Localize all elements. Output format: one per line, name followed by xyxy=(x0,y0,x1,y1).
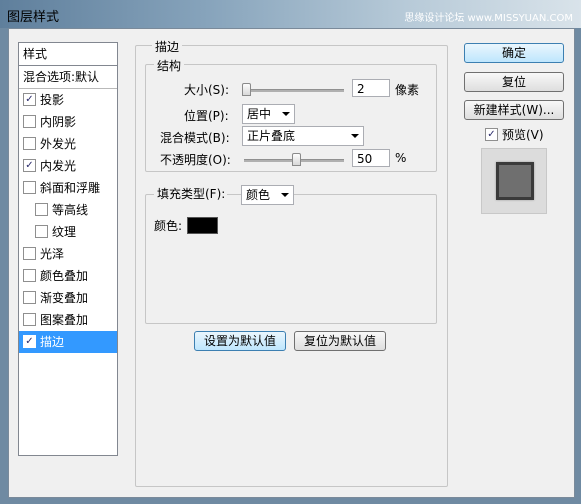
color-label: 颜色: xyxy=(154,219,183,233)
styles-header[interactable]: 样式 xyxy=(19,43,117,66)
structure-group-title: 结构 xyxy=(154,57,185,74)
style-item-label: 图案叠加 xyxy=(40,313,89,327)
style-item-satin[interactable]: 光泽 xyxy=(19,243,117,265)
style-item-label: 等高线 xyxy=(52,203,89,217)
color-swatch[interactable] xyxy=(187,217,218,234)
dialog-body: 样式 混合选项:默认 投影 内阴影 外发光 内发光 斜面和浮雕 等高线 纹理 光… xyxy=(8,28,575,498)
opacity-input[interactable]: 50 xyxy=(352,149,390,167)
new-style-button[interactable]: 新建样式(W)... xyxy=(464,100,564,120)
size-slider-track[interactable] xyxy=(244,89,344,92)
checkbox-satin[interactable] xyxy=(23,247,36,260)
style-item-texture[interactable]: 纹理 xyxy=(19,221,117,243)
blend-mode-label: 混合模式(B): xyxy=(160,131,230,145)
checkbox-inner-shadow[interactable] xyxy=(23,115,36,128)
style-item-label: 渐变叠加 xyxy=(40,291,89,305)
style-item-inner-glow[interactable]: 内发光 xyxy=(19,155,117,177)
styles-list: 样式 混合选项:默认 投影 内阴影 外发光 内发光 斜面和浮雕 等高线 纹理 光… xyxy=(18,42,118,456)
style-item-label: 纹理 xyxy=(52,225,77,239)
preview-swatch xyxy=(496,162,534,200)
reset-button[interactable]: 复位 xyxy=(464,72,564,92)
size-unit: 像素 xyxy=(395,83,420,97)
style-item-gradient-overlay[interactable]: 渐变叠加 xyxy=(19,287,117,309)
opacity-slider-thumb[interactable] xyxy=(292,153,301,166)
preview-label: 预览(V) xyxy=(502,128,544,142)
set-default-button[interactable]: 设置为默认值 xyxy=(194,331,286,351)
fill-type-legend: 填充类型(F): xyxy=(154,185,228,202)
style-item-label: 内发光 xyxy=(40,159,77,173)
position-dropdown[interactable]: 居中 xyxy=(242,104,295,124)
style-item-stroke[interactable]: 描边 xyxy=(19,331,117,353)
style-item-label: 光泽 xyxy=(40,247,65,261)
blend-mode-dropdown[interactable]: 正片叠底 xyxy=(242,126,364,146)
style-item-label: 斜面和浮雕 xyxy=(40,181,101,195)
ok-button[interactable]: 确定 xyxy=(464,43,564,63)
checkbox-inner-glow[interactable] xyxy=(23,159,36,172)
blend-mode-value: 正片叠底 xyxy=(247,129,296,143)
fill-type-group: 填充类型(F): 颜色 颜色: xyxy=(145,185,437,324)
stroke-group: 描边 结构 大小(S): 2 像素 位置(P): 居中 混合模式(B): 正片叠… xyxy=(135,38,448,487)
blend-options-item[interactable]: 混合选项:默认 xyxy=(19,66,117,89)
title-bar: 图层样式 思缘设计论坛 www.MISSYUAN.COM xyxy=(0,0,581,28)
chevron-down-icon xyxy=(351,134,359,138)
checkbox-contour[interactable] xyxy=(35,203,48,216)
position-label: 位置(P): xyxy=(184,109,229,123)
style-item-label: 颜色叠加 xyxy=(40,269,89,283)
checkbox-bevel-emboss[interactable] xyxy=(23,181,36,194)
checkbox-drop-shadow[interactable] xyxy=(23,93,36,106)
preview-toggle[interactable]: 预览(V) xyxy=(485,126,544,143)
checkbox-color-overlay[interactable] xyxy=(23,269,36,282)
checkbox-pattern-overlay[interactable] xyxy=(23,313,36,326)
style-item-drop-shadow[interactable]: 投影 xyxy=(19,89,117,111)
style-item-contour[interactable]: 等高线 xyxy=(19,199,117,221)
watermark: 思缘设计论坛 www.MISSYUAN.COM xyxy=(404,13,573,24)
style-item-pattern-overlay[interactable]: 图案叠加 xyxy=(19,309,117,331)
stroke-group-title: 描边 xyxy=(152,38,183,55)
fill-type-value: 颜色 xyxy=(246,188,271,202)
style-item-bevel-emboss[interactable]: 斜面和浮雕 xyxy=(19,177,117,199)
size-input[interactable]: 2 xyxy=(352,79,390,97)
size-slider-thumb[interactable] xyxy=(242,83,251,96)
checkbox-gradient-overlay[interactable] xyxy=(23,291,36,304)
checkbox-stroke[interactable] xyxy=(23,335,36,348)
position-value: 居中 xyxy=(247,107,272,121)
checkbox-outer-glow[interactable] xyxy=(23,137,36,150)
reset-default-button[interactable]: 复位为默认值 xyxy=(294,331,386,351)
style-item-inner-shadow[interactable]: 内阴影 xyxy=(19,111,117,133)
checkbox-texture[interactable] xyxy=(35,225,48,238)
structure-group: 结构 大小(S): 2 像素 位置(P): 居中 混合模式(B): 正片叠底 不… xyxy=(145,57,437,172)
window-title: 图层样式 xyxy=(7,10,60,25)
fill-type-dropdown[interactable]: 颜色 xyxy=(241,185,294,205)
style-item-outer-glow[interactable]: 外发光 xyxy=(19,133,117,155)
chevron-down-icon xyxy=(281,193,289,197)
style-item-label: 内阴影 xyxy=(40,115,77,129)
opacity-unit: % xyxy=(395,151,407,165)
size-label: 大小(S): xyxy=(184,83,230,97)
fill-type-label: 填充类型(F): xyxy=(157,187,226,201)
style-preview xyxy=(481,148,547,214)
preview-checkbox[interactable] xyxy=(485,128,498,141)
chevron-down-icon xyxy=(282,112,290,116)
opacity-label: 不透明度(O): xyxy=(160,153,231,167)
style-item-label: 描边 xyxy=(40,335,65,349)
style-item-color-overlay[interactable]: 颜色叠加 xyxy=(19,265,117,287)
style-item-label: 外发光 xyxy=(40,137,77,151)
style-item-label: 投影 xyxy=(40,93,65,107)
